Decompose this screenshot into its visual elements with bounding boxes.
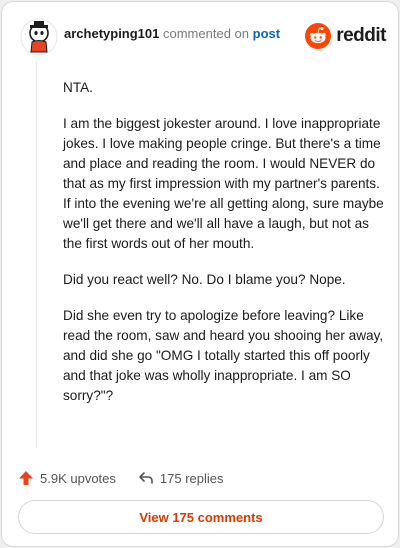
comment-paragraph: NTA. <box>63 80 93 95</box>
view-comments-button[interactable]: View 175 comments <box>18 500 384 534</box>
commented-text: commented on <box>163 26 249 41</box>
comment-body: NTA. I am the biggest jokester around. I… <box>63 78 385 422</box>
thread-line[interactable] <box>36 62 37 448</box>
replies-button[interactable]: 175 replies <box>138 470 224 486</box>
username[interactable]: archetyping101 <box>64 26 159 41</box>
reply-arrow-icon <box>139 472 153 484</box>
comment-meta: archetyping101 commented on post <box>64 26 280 41</box>
post-link[interactable]: post <box>253 26 280 41</box>
upvote-count: 5.9K upvotes <box>40 470 116 486</box>
comment-paragraph: I am the biggest jokester around. I love… <box>63 116 384 251</box>
comment-card: archetyping101 commented on post reddit … <box>1 1 399 547</box>
reply-count: 175 replies <box>159 470 224 486</box>
avatar[interactable] <box>20 18 58 56</box>
comment-header: archetyping101 commented on post reddit <box>16 12 386 56</box>
reddit-logo[interactable]: reddit <box>305 22 386 50</box>
reddit-snoo-icon <box>305 23 332 49</box>
comment-paragraph: Did you react well? No. Do I blame you? … <box>63 272 346 287</box>
upvote-button[interactable]: 5.9K upvotes <box>18 470 116 486</box>
comment-actions: 5.9K upvotes 175 replies <box>18 468 246 488</box>
comment-paragraph: Did she even try to apologize before lea… <box>63 308 384 403</box>
reddit-wordmark: reddit <box>336 25 386 46</box>
upvote-arrow-icon <box>19 471 33 485</box>
